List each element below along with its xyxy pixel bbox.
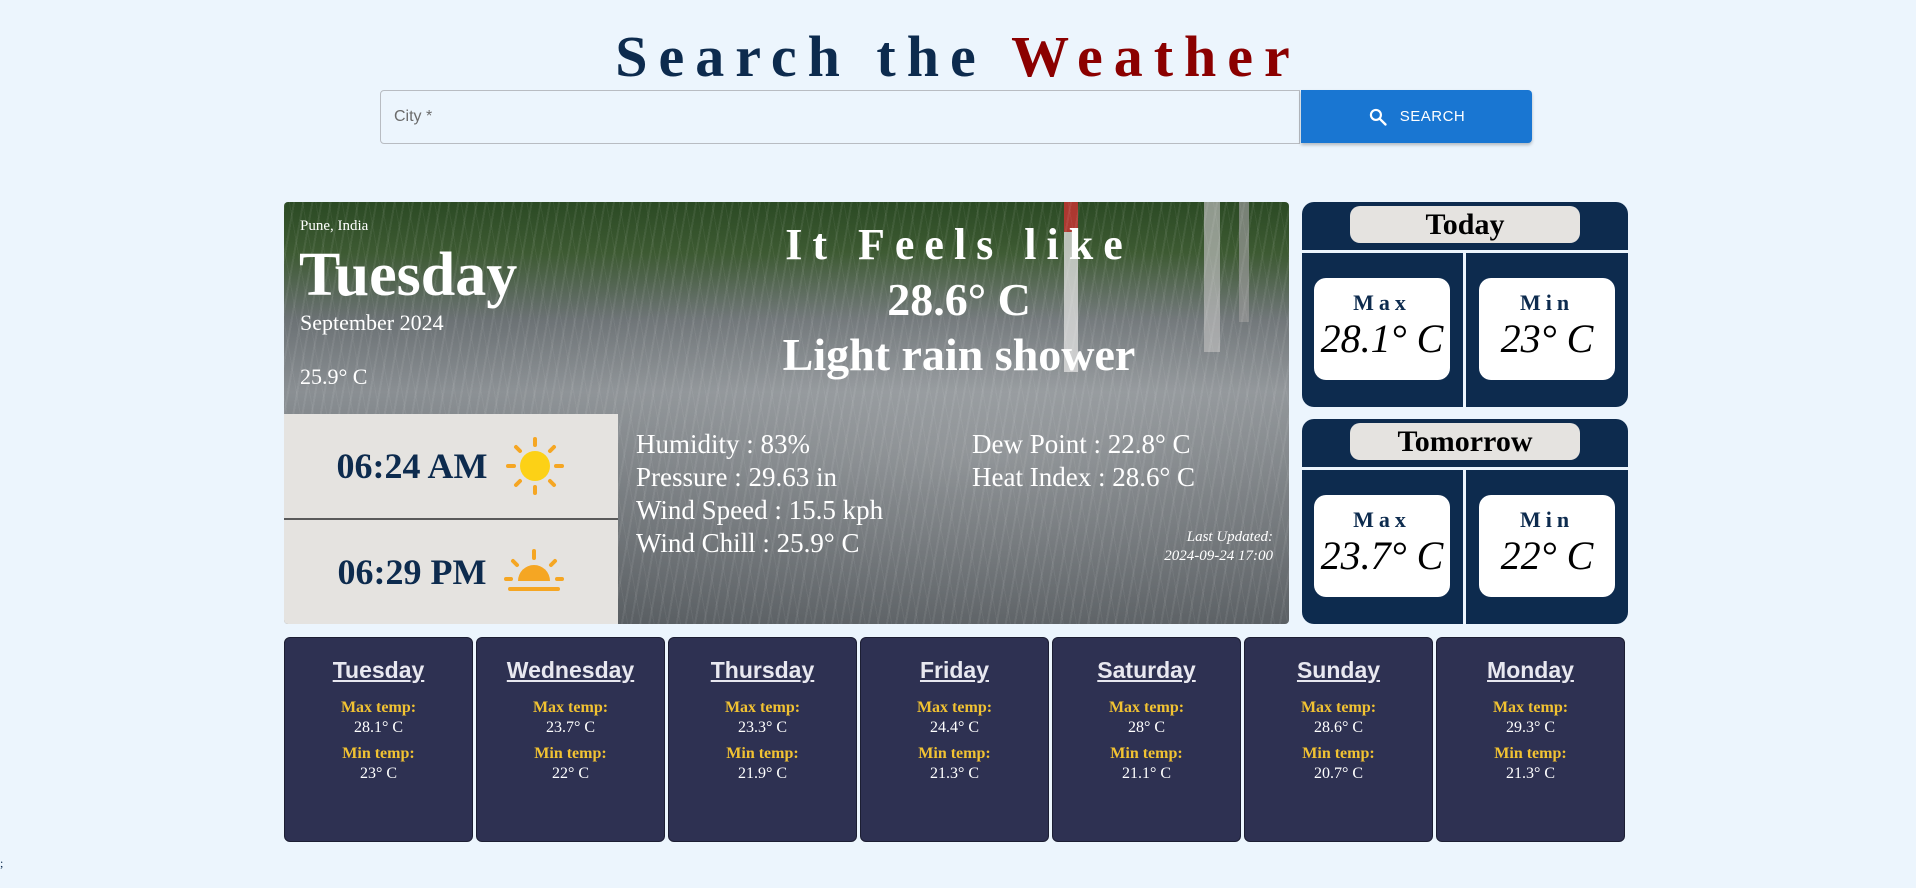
divider — [1463, 470, 1466, 624]
forecast-min-label: Min temp: — [726, 745, 799, 762]
tomorrow-title: Tomorrow — [1350, 423, 1580, 460]
forecast-day: Wednesday — [506, 657, 635, 683]
forecast-max-value: 24.4° C — [929, 719, 980, 736]
today-max-value: 28.1° C — [1320, 316, 1444, 361]
forecast-min-value: 21.3° C — [929, 765, 980, 782]
today-max-box: Max 28.1° C — [1314, 278, 1450, 380]
sun-times-panel: 06:24 AM 06:29 PM — [284, 414, 618, 624]
tomorrow-min-label: Min — [1519, 507, 1575, 532]
forecast-min-value: 21.1° C — [1121, 765, 1172, 782]
forecast-day: Saturday — [1097, 657, 1196, 683]
forecast-card: Saturday Max temp: 28° C Min temp: 21.1°… — [1052, 637, 1241, 842]
forecast-day: Sunday — [1296, 657, 1381, 683]
stray-text: ; — [0, 856, 4, 870]
today-panel: Today Max 28.1° C Min 23° C — [1302, 202, 1628, 407]
humidity-stat: Humidity : 83% — [636, 429, 810, 459]
forecast-day: Thursday — [710, 657, 815, 683]
pressure-stat: Pressure : 29.63 in — [636, 462, 837, 492]
today-title: Today — [1350, 206, 1580, 243]
weather-stats-left: Humidity : 83% Pressure : 29.63 in Wind … — [636, 428, 883, 560]
forecast-card: Thursday Max temp: 23.3° C Min temp: 21.… — [668, 637, 857, 842]
feels-like-block: It Feels like 28.6° C Light rain shower — [684, 218, 1234, 382]
feels-like-label: It Feels like — [785, 220, 1133, 269]
forecast-max-label: Max temp: — [1108, 699, 1185, 716]
dew-point-stat: Dew Point : 22.8° C — [972, 429, 1191, 459]
wind-chill-stat: Wind Chill : 25.9° C — [636, 528, 860, 558]
sunrise-row: 06:24 AM — [284, 414, 618, 518]
forecast-min-value: 22° C — [551, 765, 590, 782]
city-search-input[interactable] — [380, 90, 1300, 144]
forecast-min-label: Min temp: — [1494, 745, 1567, 762]
tomorrow-min-box: Min 22° C — [1479, 495, 1615, 597]
today-min-label: Min — [1519, 290, 1575, 315]
sunset-icon — [504, 549, 565, 591]
search-icon — [1369, 108, 1387, 126]
forecast-card: Friday Max temp: 24.4° C Min temp: 21.3°… — [860, 637, 1049, 842]
tomorrow-max-value: 23.7° C — [1320, 533, 1444, 578]
forecast-min-label: Min temp: — [1302, 745, 1375, 762]
tomorrow-max-label: Max — [1353, 507, 1411, 532]
forecast-max-label: Max temp: — [532, 699, 609, 716]
tomorrow-max-box: Max 23.7° C — [1314, 495, 1450, 597]
forecast-max-label: Max temp: — [724, 699, 801, 716]
forecast-min-label: Min temp: — [534, 745, 607, 762]
forecast-card: Tuesday Max temp: 28.1° C Min temp: 23° … — [284, 637, 473, 842]
forecast-card: Sunday Max temp: 28.6° C Min temp: 20.7°… — [1244, 637, 1433, 842]
search-button[interactable]: SEARCH — [1301, 90, 1532, 143]
forecast-min-label: Min temp: — [1110, 745, 1183, 762]
forecast-max-value: 28.1° C — [353, 719, 404, 736]
divider — [1463, 253, 1466, 407]
heat-index-stat: Heat Index : 28.6° C — [972, 462, 1196, 492]
forecast-max-label: Max temp: — [916, 699, 993, 716]
search-button-label: SEARCH — [1399, 108, 1466, 125]
forecast-day: Monday — [1487, 657, 1574, 683]
forecast-max-label: Max temp: — [1300, 699, 1377, 716]
current-weather-card: Pune, India Tuesday September 2024 25.9°… — [284, 202, 1289, 624]
forecast-min-label: Min temp: — [918, 745, 991, 762]
last-updated: Last Updated: 2024-09-24 17:00 — [1164, 528, 1273, 566]
forecast-max-value: 28° C — [1127, 719, 1166, 736]
forecast-day: Tuesday — [332, 657, 425, 683]
sunrise-time: 06:24 AM — [336, 446, 488, 486]
forecast-day: Friday — [919, 657, 990, 683]
forecast-min-label: Min temp: — [342, 745, 415, 762]
current-day: Tuesday — [299, 241, 518, 309]
page-title-part2: Weather — [1011, 24, 1301, 89]
last-updated-label: Last Updated: — [1186, 529, 1273, 545]
sunset-row: 06:29 PM — [284, 520, 618, 624]
current-temperature: 25.9° C — [300, 364, 368, 389]
location-label: Pune, India — [300, 218, 369, 234]
forecast-min-value: 23° C — [359, 765, 398, 782]
today-min-box: Min 23° C — [1479, 278, 1615, 380]
forecast-min-value: 21.3° C — [1505, 765, 1556, 782]
last-updated-value: 2024-09-24 17:00 — [1164, 548, 1273, 564]
feels-like-value: 28.6° C — [887, 274, 1031, 325]
forecast-max-value: 23.3° C — [737, 719, 788, 736]
weather-stats-right: Dew Point : 22.8° C Heat Index : 28.6° C — [972, 428, 1195, 494]
sun-icon — [506, 437, 565, 495]
current-month-year: September 2024 — [300, 310, 444, 335]
forecast-min-value: 20.7° C — [1313, 765, 1364, 782]
page-title-part1: Search the — [615, 24, 987, 89]
today-max-label: Max — [1353, 290, 1411, 315]
tomorrow-panel: Tomorrow Max 23.7° C Min 22° C — [1302, 419, 1628, 624]
wind-speed-stat: Wind Speed : 15.5 kph — [636, 495, 884, 525]
forecast-max-value: 28.6° C — [1313, 719, 1364, 736]
forecast-card: Monday Max temp: 29.3° C Min temp: 21.3°… — [1436, 637, 1625, 842]
forecast-max-value: 23.7° C — [545, 719, 596, 736]
tomorrow-min-value: 22° C — [1500, 533, 1594, 578]
forecast-max-label: Max temp: — [1492, 699, 1569, 716]
forecast-max-label: Max temp: — [340, 699, 417, 716]
sunset-time: 06:29 PM — [337, 552, 487, 592]
weather-condition: Light rain shower — [782, 329, 1136, 380]
forecast-card: Wednesday Max temp: 23.7° C Min temp: 22… — [476, 637, 665, 842]
page-title: Search the Weather — [0, 22, 1916, 92]
today-min-value: 23° C — [1500, 316, 1594, 361]
forecast-min-value: 21.9° C — [737, 765, 788, 782]
forecast-max-value: 29.3° C — [1505, 719, 1556, 736]
